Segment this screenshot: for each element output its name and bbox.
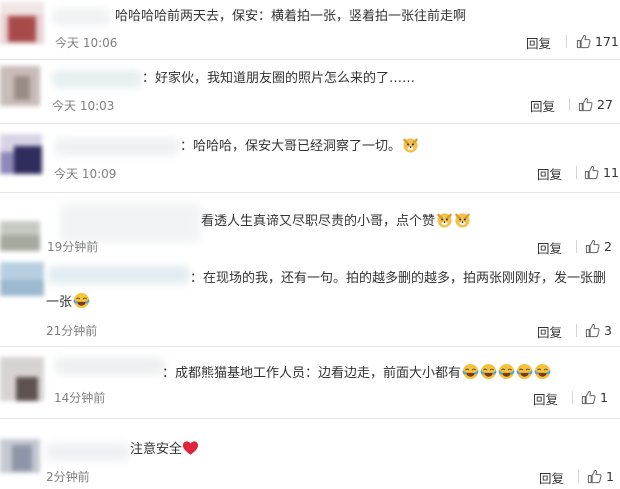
comment-text-body: ：哈哈哈，保安大哥已经洞察了一切。	[180, 139, 402, 154]
like-button[interactable]: 27	[578, 96, 613, 112]
avatar[interactable]	[0, 439, 40, 473]
like-button[interactable]: 1	[587, 468, 614, 484]
username-blurred[interactable]	[60, 203, 200, 243]
thumbs-up-icon	[576, 34, 591, 49]
comment-text-body: ：成都熊猫基地工作人员：边看边走，前面大小都有	[162, 366, 462, 381]
like-button[interactable]: 11	[584, 164, 619, 180]
laugh-cry-emoji-icon	[497, 363, 515, 381]
avatar[interactable]	[0, 357, 44, 401]
comment-text: 看透人生真谛又尽职尽责的小哥，点个赞	[201, 211, 471, 233]
comment-text: ：在现场的我，还有一句。拍的越多删的越多，拍两张刚刚好，发一张删	[190, 271, 607, 286]
like-count: 27	[597, 96, 613, 112]
reply-button[interactable]: 回复	[533, 389, 558, 408]
username-blurred[interactable]	[52, 8, 110, 26]
like-button[interactable]: 3	[585, 322, 612, 338]
avatar[interactable]	[0, 66, 40, 106]
comment-text: ：成都熊猫基地工作人员：边看边走，前面大小都有	[162, 363, 551, 385]
comment-item: ：成都熊猫基地工作人员：边看边走，前面大小都有 14分钟前 回复 1	[0, 347, 620, 418]
comment-item: ：在现场的我，还有一句。拍的越多删的越多，拍两张刚刚好，发一张删 一张 21分钟…	[0, 258, 620, 346]
doge-emoji-icon	[435, 213, 453, 229]
red-heart-icon	[182, 441, 199, 457]
like-count: 171	[595, 33, 619, 49]
comment-time: 今天 10:03	[52, 99, 115, 113]
comment-text: ：好家伙，我知道朋友圈的照片怎么来的了……	[142, 71, 416, 86]
thumbs-up-icon	[587, 469, 602, 484]
comment-text: 一张	[46, 292, 90, 314]
username-blurred[interactable]	[45, 443, 130, 461]
like-button[interactable]: 2	[585, 238, 612, 254]
like-count: 11	[603, 164, 619, 180]
laugh-cry-emoji-icon	[479, 363, 497, 381]
comment-time: 14分钟前	[54, 391, 106, 405]
comment-text-body: 看透人生真谛又尽职尽责的小哥，点个赞	[201, 214, 436, 229]
comment-text: ：哈哈哈，保安大哥已经洞察了一切。	[180, 136, 419, 158]
like-count: 3	[604, 322, 612, 338]
avatar[interactable]	[0, 262, 44, 296]
like-count: 1	[600, 389, 608, 405]
comment-time: 2分钟前	[46, 470, 90, 484]
comment-text: 哈哈哈哈前两天去，保安：横着拍一张，竖着拍一张往前走啊	[115, 9, 467, 24]
laugh-cry-emoji-icon	[533, 363, 551, 381]
like-button[interactable]: 171	[576, 33, 619, 49]
comment-item: 看透人生真谛又尽职尽责的小哥，点个赞 19分钟前 回复 2	[0, 193, 620, 258]
reply-button[interactable]: 回复	[537, 322, 562, 341]
divider	[578, 470, 579, 483]
comment-time: 今天 10:09	[54, 167, 117, 181]
divider	[576, 324, 577, 337]
reply-button[interactable]: 回复	[539, 468, 564, 487]
like-button[interactable]: 1	[581, 389, 608, 405]
thumbs-up-icon	[578, 97, 593, 112]
divider	[569, 98, 570, 111]
avatar[interactable]	[0, 221, 40, 251]
thumbs-up-icon	[585, 323, 600, 338]
comment-text-body: 注意安全	[130, 442, 183, 457]
comment-time: 21分钟前	[46, 324, 98, 338]
laugh-cry-emoji-icon	[461, 363, 479, 381]
divider	[576, 240, 577, 253]
like-count: 1	[606, 468, 614, 484]
username-blurred[interactable]	[55, 138, 180, 156]
laugh-cry-emoji-icon	[72, 292, 90, 310]
avatar[interactable]	[0, 134, 42, 174]
reply-button[interactable]: 回复	[537, 238, 562, 257]
reply-button[interactable]: 回复	[537, 164, 562, 183]
comment-item: 哈哈哈哈前两天去，保安：横着拍一张，竖着拍一张往前走啊 今天 10:06 回复 …	[0, 0, 620, 59]
thumbs-up-icon	[585, 239, 600, 254]
thumbs-up-icon	[581, 390, 596, 405]
comment-text: 注意安全	[130, 439, 199, 461]
doge-emoji-icon	[401, 138, 419, 154]
username-blurred[interactable]	[52, 70, 142, 88]
reply-button[interactable]: 回复	[526, 33, 551, 52]
comment-time: 今天 10:06	[55, 36, 118, 50]
doge-emoji-icon	[453, 213, 471, 229]
comment-item: 注意安全 2分钟前 回复 1	[0, 419, 620, 489]
username-blurred[interactable]	[48, 266, 190, 284]
comment-text-body: 一张	[46, 295, 73, 310]
comment-time: 19分钟前	[47, 240, 99, 254]
username-blurred[interactable]	[55, 357, 165, 375]
reply-button[interactable]: 回复	[530, 96, 555, 115]
avatar[interactable]	[0, 2, 44, 44]
laugh-cry-emoji-icon	[515, 363, 533, 381]
comment-item: ：哈哈哈，保安大哥已经洞察了一切。 今天 10:09 回复 11	[0, 124, 620, 192]
divider	[572, 391, 573, 404]
comment-item: ：好家伙，我知道朋友圈的照片怎么来的了…… 今天 10:03 回复 27	[0, 60, 620, 123]
divider	[576, 166, 577, 179]
thumbs-up-icon	[584, 165, 599, 180]
divider	[566, 35, 567, 48]
like-count: 2	[604, 238, 612, 254]
